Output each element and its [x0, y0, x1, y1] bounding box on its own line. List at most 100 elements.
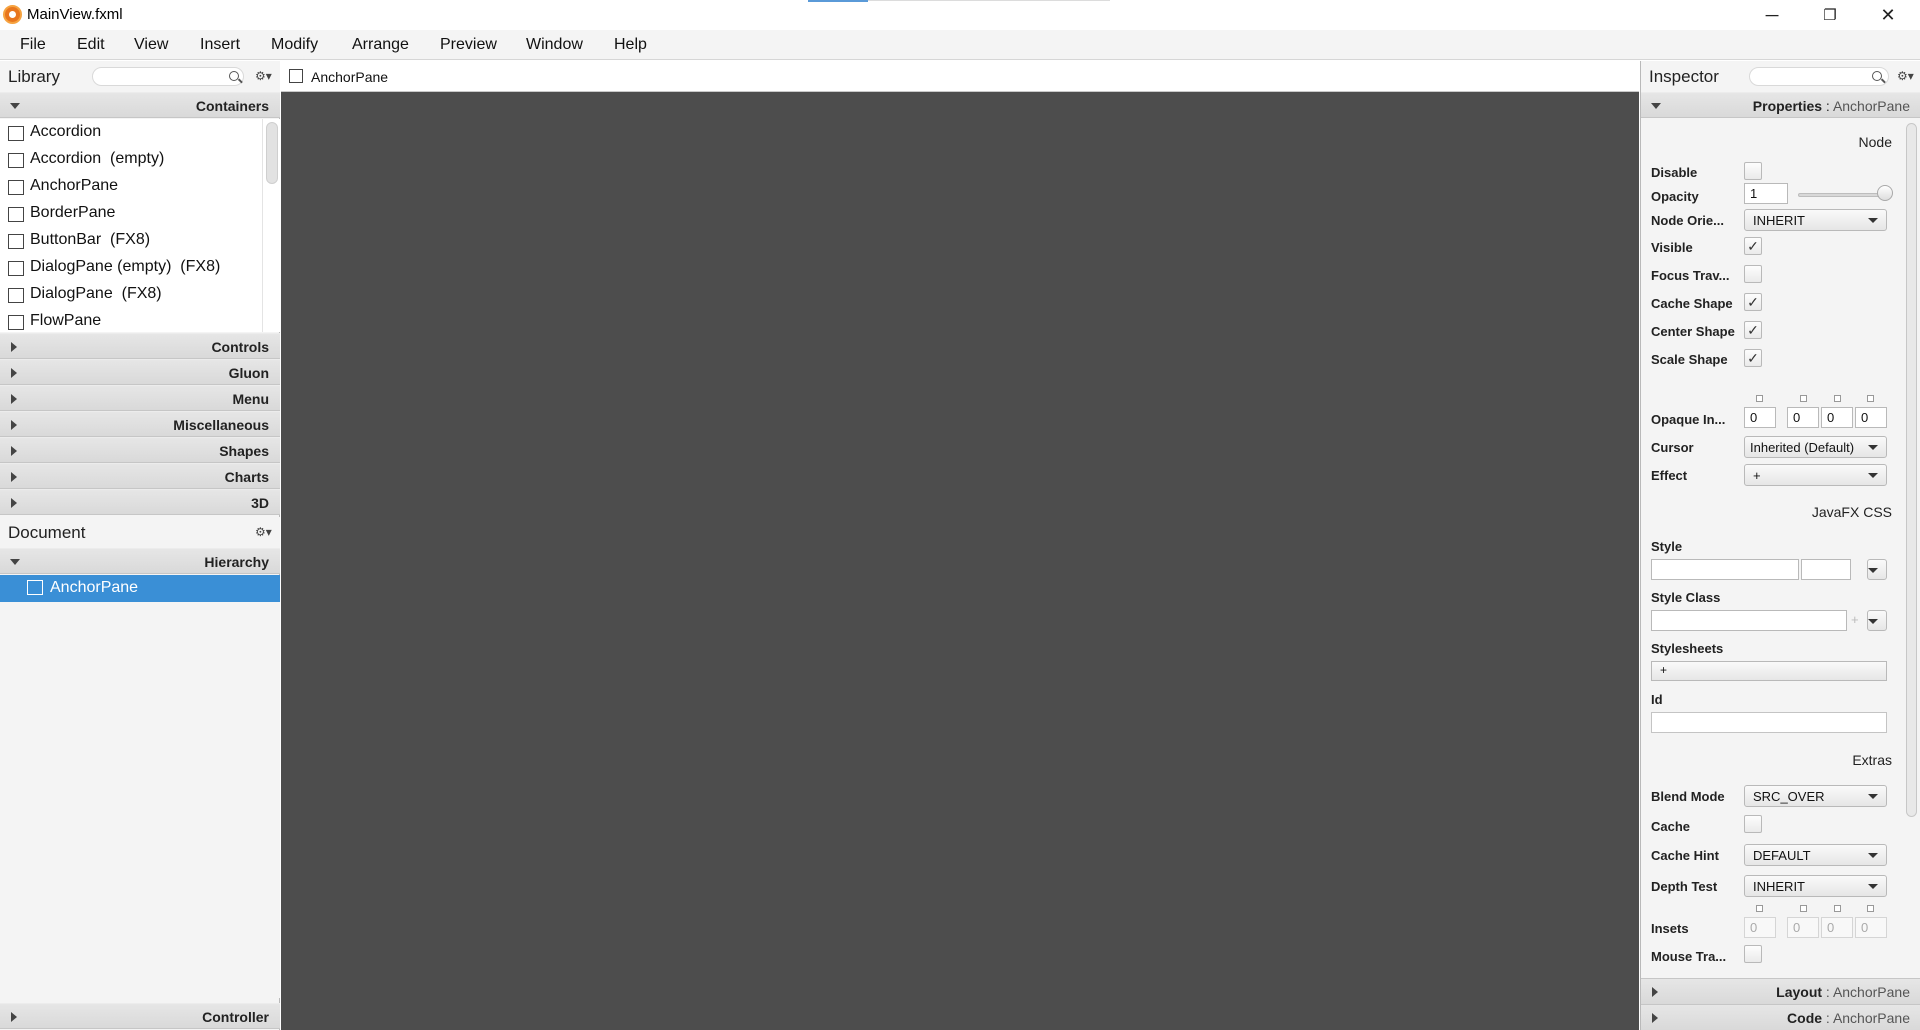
section-label: Miscellaneous [173, 417, 269, 433]
library-item-list: Accordion Accordion (empty) AnchorPane B… [0, 119, 262, 332]
opaque-insets-bottom-field[interactable]: 0 [1821, 407, 1853, 428]
minimize-button[interactable]: ─ [1743, 0, 1801, 30]
collapsed-triangle-icon [11, 420, 17, 430]
scale-shape-checkbox[interactable]: ✓ [1744, 349, 1762, 367]
disable-checkbox[interactable] [1744, 162, 1762, 180]
depth-test-dropdown[interactable]: INHERIT [1744, 875, 1887, 897]
library-section-shapes[interactable]: Shapes [0, 437, 280, 463]
style-value-field[interactable] [1801, 559, 1851, 580]
stylesheets-add-button[interactable]: + [1651, 661, 1887, 681]
library-item-anchorpane[interactable]: AnchorPane [0, 173, 262, 200]
style-class-add-icon[interactable]: + [1851, 612, 1859, 627]
cache-shape-checkbox[interactable]: ✓ [1744, 293, 1762, 311]
focus-traversable-checkbox[interactable] [1744, 265, 1762, 283]
close-button[interactable]: ✕ [1859, 0, 1917, 30]
section-label: Properties : AnchorPane [1752, 98, 1910, 114]
anchorpane-icon [289, 69, 303, 83]
menu-insert[interactable]: Insert [200, 36, 240, 54]
library-scrollbar[interactable] [262, 119, 280, 332]
collapsed-triangle-icon [1652, 1013, 1658, 1023]
cache-checkbox[interactable] [1744, 815, 1762, 833]
menu-edit[interactable]: Edit [77, 36, 105, 54]
style-field[interactable] [1651, 559, 1799, 580]
style-class-field[interactable] [1651, 610, 1847, 631]
library-settings-gear-icon[interactable]: ⚙▾ [255, 69, 272, 83]
cache-hint-dropdown[interactable]: DEFAULT [1744, 844, 1887, 866]
center-shape-checkbox[interactable]: ✓ [1744, 321, 1762, 339]
scrollbar-thumb[interactable] [266, 122, 278, 184]
library-item-borderpane[interactable]: BorderPane [0, 200, 262, 227]
mouse-transparent-checkbox[interactable] [1744, 945, 1762, 963]
inspector-section-properties[interactable]: Properties : AnchorPane [1641, 92, 1920, 118]
library-section-controls[interactable]: Controls [0, 333, 280, 359]
opacity-slider-thumb[interactable] [1877, 185, 1893, 201]
opaque-insets-link-bottom-icon [1834, 395, 1841, 402]
collapsed-triangle-icon [11, 342, 17, 352]
opaque-insets-right-field[interactable]: 0 [1787, 407, 1819, 428]
library-item-dialogpane-empty[interactable]: DialogPane (empty) (FX8) [0, 254, 262, 281]
design-canvas[interactable] [281, 92, 1639, 1030]
library-item-buttonbar[interactable]: ButtonBar (FX8) [0, 227, 262, 254]
group-title-extras: Extras [1852, 752, 1892, 768]
hierarchy-node-anchorpane[interactable]: AnchorPane [0, 575, 280, 602]
inspector-panel: Inspector ⚙▾ Properties : AnchorPane Nod… [1640, 61, 1920, 1030]
title-accent-line [868, 0, 1110, 1]
library-section-containers[interactable]: Containers [0, 92, 280, 118]
scrollbar-thumb[interactable] [1906, 123, 1917, 817]
library-search-input[interactable] [92, 67, 244, 86]
visible-checkbox[interactable]: ✓ [1744, 237, 1762, 255]
opacity-field[interactable]: 1 [1744, 183, 1788, 204]
insets-right-field: 0 [1787, 917, 1819, 938]
menu-help[interactable]: Help [614, 36, 647, 54]
library-item-accordion[interactable]: Accordion [0, 119, 262, 146]
section-label: Layout : AnchorPane [1776, 984, 1910, 1000]
canvas-breadcrumb-bar: AnchorPane [281, 61, 1639, 92]
menu-modify[interactable]: Modify [271, 36, 318, 54]
prop-label-blend-mode: Blend Mode [1651, 789, 1725, 804]
inspector-scrollbar[interactable] [1902, 119, 1920, 974]
document-settings-gear-icon[interactable]: ⚙▾ [255, 525, 272, 539]
breadcrumb-anchorpane[interactable]: AnchorPane [311, 69, 388, 85]
opaque-insets-top-field[interactable]: 0 [1744, 407, 1776, 428]
document-title: Document [8, 523, 86, 542]
library-section-charts[interactable]: Charts [0, 463, 280, 489]
restore-button[interactable]: ❐ [1801, 0, 1859, 30]
opacity-slider-track[interactable] [1798, 193, 1882, 197]
expanded-triangle-icon [10, 559, 20, 565]
prop-label-cursor: Cursor [1651, 440, 1694, 455]
menu-file[interactable]: File [20, 36, 46, 54]
menu-view[interactable]: View [134, 36, 168, 54]
blend-mode-dropdown[interactable]: SRC_OVER [1744, 785, 1887, 807]
library-item-accordion-empty[interactable]: Accordion (empty) [0, 146, 262, 173]
style-class-dropdown[interactable] [1867, 610, 1887, 631]
document-section-hierarchy[interactable]: Hierarchy [0, 548, 280, 574]
menu-preview[interactable]: Preview [440, 36, 497, 54]
prop-label-effect: Effect [1651, 468, 1688, 483]
dialogpane-icon [8, 261, 24, 276]
library-section-miscellaneous[interactable]: Miscellaneous [0, 411, 280, 437]
inspector-section-code[interactable]: Code : AnchorPane [1641, 1004, 1920, 1030]
library-header: Library ⚙▾ [0, 61, 280, 92]
inspector-section-layout[interactable]: Layout : AnchorPane [1641, 978, 1920, 1004]
library-section-menu[interactable]: Menu [0, 385, 280, 411]
library-item-dialogpane[interactable]: DialogPane (FX8) [0, 281, 262, 308]
menu-arrange[interactable]: Arrange [352, 36, 409, 54]
inspector-settings-gear-icon[interactable]: ⚙▾ [1897, 69, 1914, 83]
prop-label-opaque-insets: Opaque In... [1651, 412, 1726, 427]
inspector-search-input[interactable] [1749, 67, 1889, 86]
opaque-insets-left-field[interactable]: 0 [1855, 407, 1887, 428]
menu-window[interactable]: Window [526, 36, 583, 54]
effect-dropdown[interactable]: + [1744, 464, 1887, 486]
node-orientation-dropdown[interactable]: INHERIT [1744, 209, 1887, 231]
library-section-gluon[interactable]: Gluon [0, 359, 280, 385]
document-section-controller[interactable]: Controller [0, 1003, 280, 1029]
style-dropdown[interactable] [1867, 559, 1887, 580]
id-field[interactable] [1651, 712, 1887, 733]
library-item-label: DialogPane (empty) (FX8) [30, 258, 221, 275]
collapsed-triangle-icon [11, 394, 17, 404]
library-item-flowpane[interactable]: FlowPane [0, 308, 262, 332]
prop-label-style: Style [1651, 539, 1683, 554]
inspector-title: Inspector [1649, 67, 1719, 86]
library-section-3d[interactable]: 3D [0, 489, 280, 515]
cursor-dropdown[interactable]: Inherited (Default) [1744, 436, 1887, 458]
